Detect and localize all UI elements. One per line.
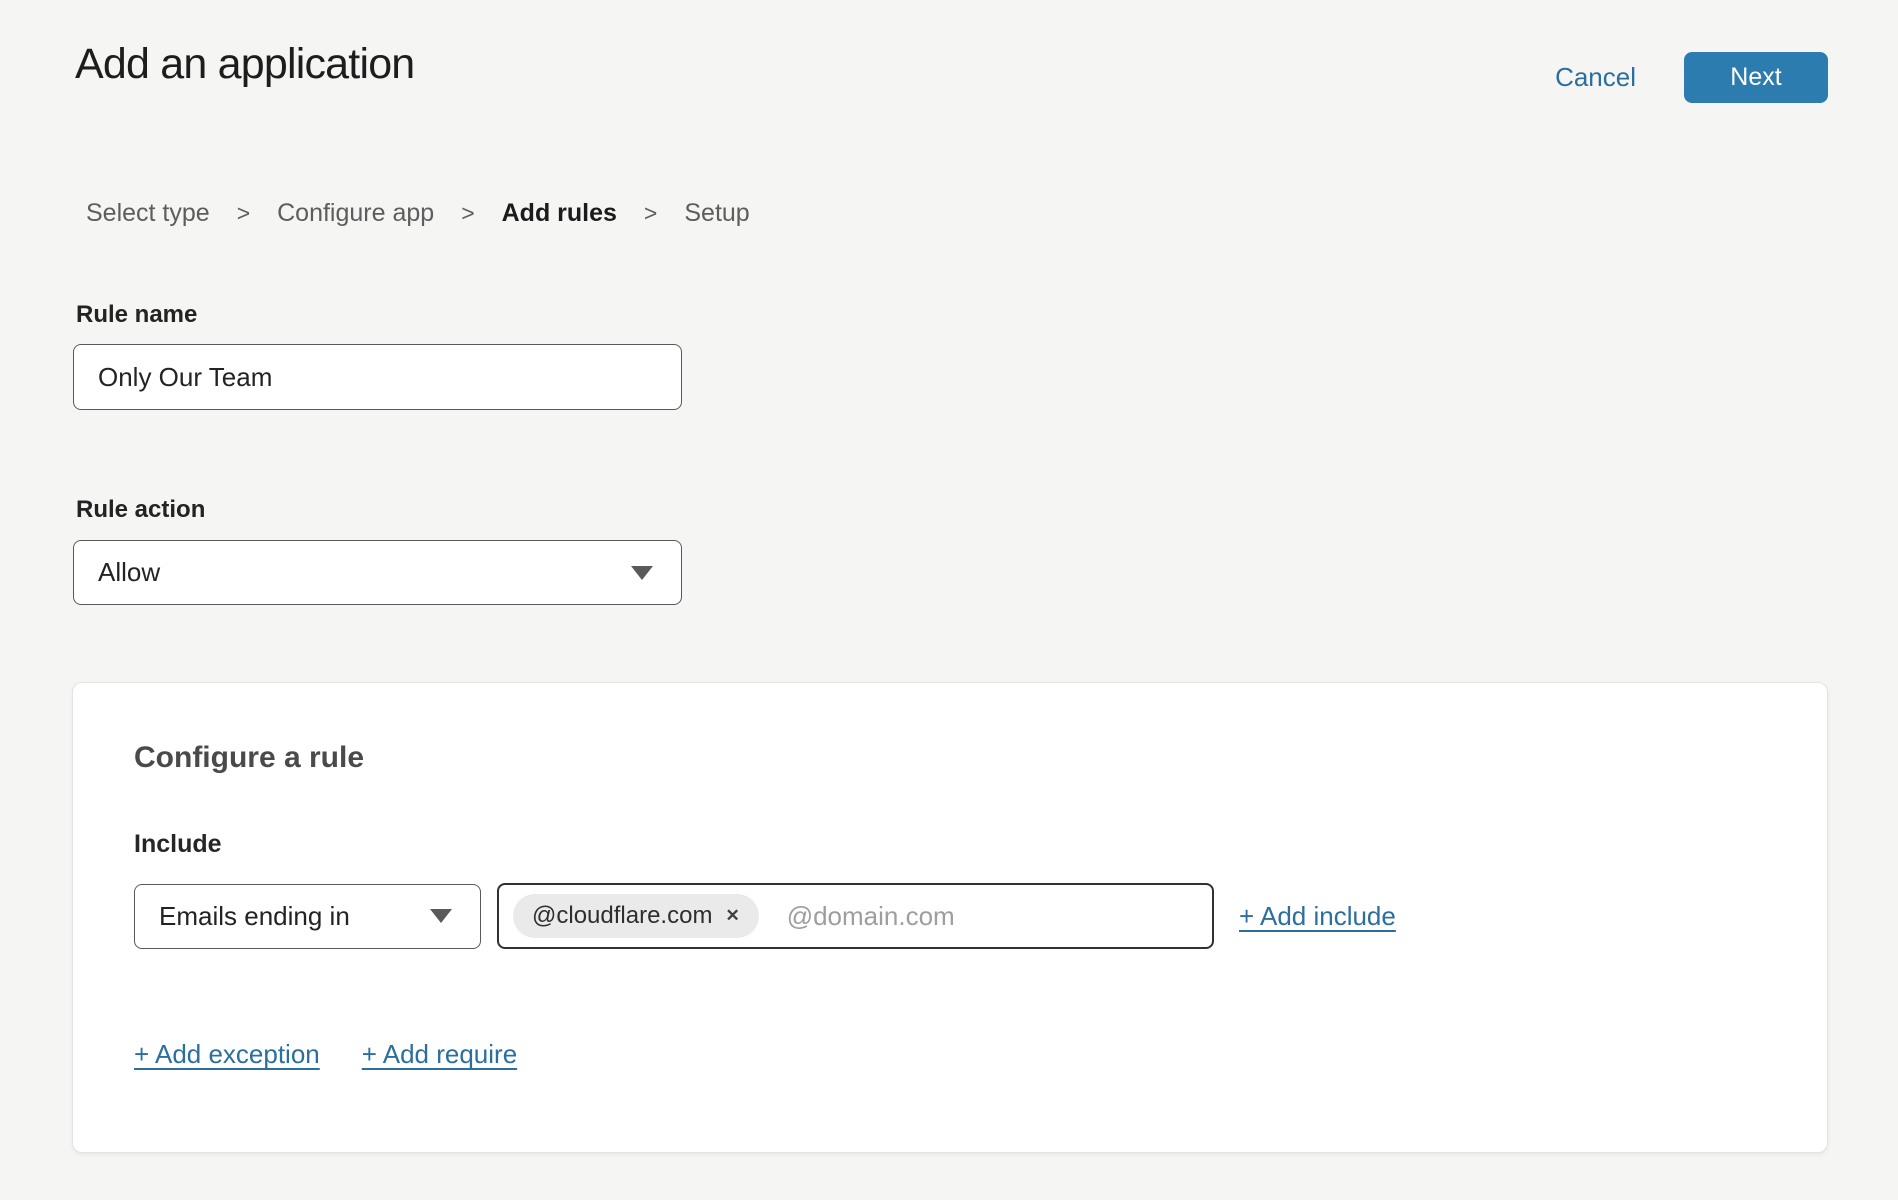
page-title: Add an application [75, 40, 414, 89]
breadcrumb-step-configure-app[interactable]: Configure app [277, 199, 434, 228]
include-criteria-select[interactable]: Emails ending in [134, 884, 481, 949]
breadcrumb-step-add-rules[interactable]: Add rules [502, 199, 617, 228]
email-domain-chip: @cloudflare.com ✕ [513, 894, 759, 938]
add-exception-link[interactable]: + Add exception [134, 1039, 320, 1070]
rule-extra-links: + Add exception + Add require [134, 1039, 517, 1070]
rule-action-select[interactable]: Allow [73, 540, 682, 605]
chevron-down-icon [430, 909, 452, 923]
email-domain-tag-input[interactable]: @cloudflare.com ✕ [497, 883, 1214, 949]
breadcrumb-separator: > [461, 200, 474, 227]
rule-action-label: Rule action [76, 496, 205, 524]
email-domain-chip-label: @cloudflare.com [532, 902, 712, 930]
configure-rule-card: Configure a rule Include Emails ending i… [72, 682, 1828, 1153]
add-application-page: Add an application Cancel Next Select ty… [0, 0, 1898, 1200]
next-button[interactable]: Next [1684, 52, 1828, 103]
breadcrumb: Select type > Configure app > Add rules … [86, 199, 750, 228]
add-include-link[interactable]: + Add include [1239, 901, 1396, 932]
include-rule-row: Emails ending in @cloudflare.com ✕ + Add… [134, 883, 1396, 949]
cancel-button[interactable]: Cancel [1555, 62, 1636, 93]
breadcrumb-separator: > [237, 200, 250, 227]
include-label: Include [134, 830, 222, 859]
header-actions: Cancel Next [1555, 52, 1828, 103]
breadcrumb-step-setup[interactable]: Setup [684, 199, 749, 228]
rule-card-heading: Configure a rule [134, 741, 364, 775]
rule-name-label: Rule name [76, 301, 197, 329]
remove-tag-icon[interactable]: ✕ [725, 906, 739, 926]
breadcrumb-step-select-type[interactable]: Select type [86, 199, 210, 228]
breadcrumb-separator: > [644, 200, 657, 227]
rule-name-input[interactable] [73, 344, 682, 410]
rule-action-selected-value: Allow [98, 557, 160, 588]
add-require-link[interactable]: + Add require [362, 1039, 517, 1070]
email-domain-text-input[interactable] [785, 900, 1196, 933]
include-criteria-selected-value: Emails ending in [159, 901, 350, 932]
chevron-down-icon [631, 566, 653, 580]
